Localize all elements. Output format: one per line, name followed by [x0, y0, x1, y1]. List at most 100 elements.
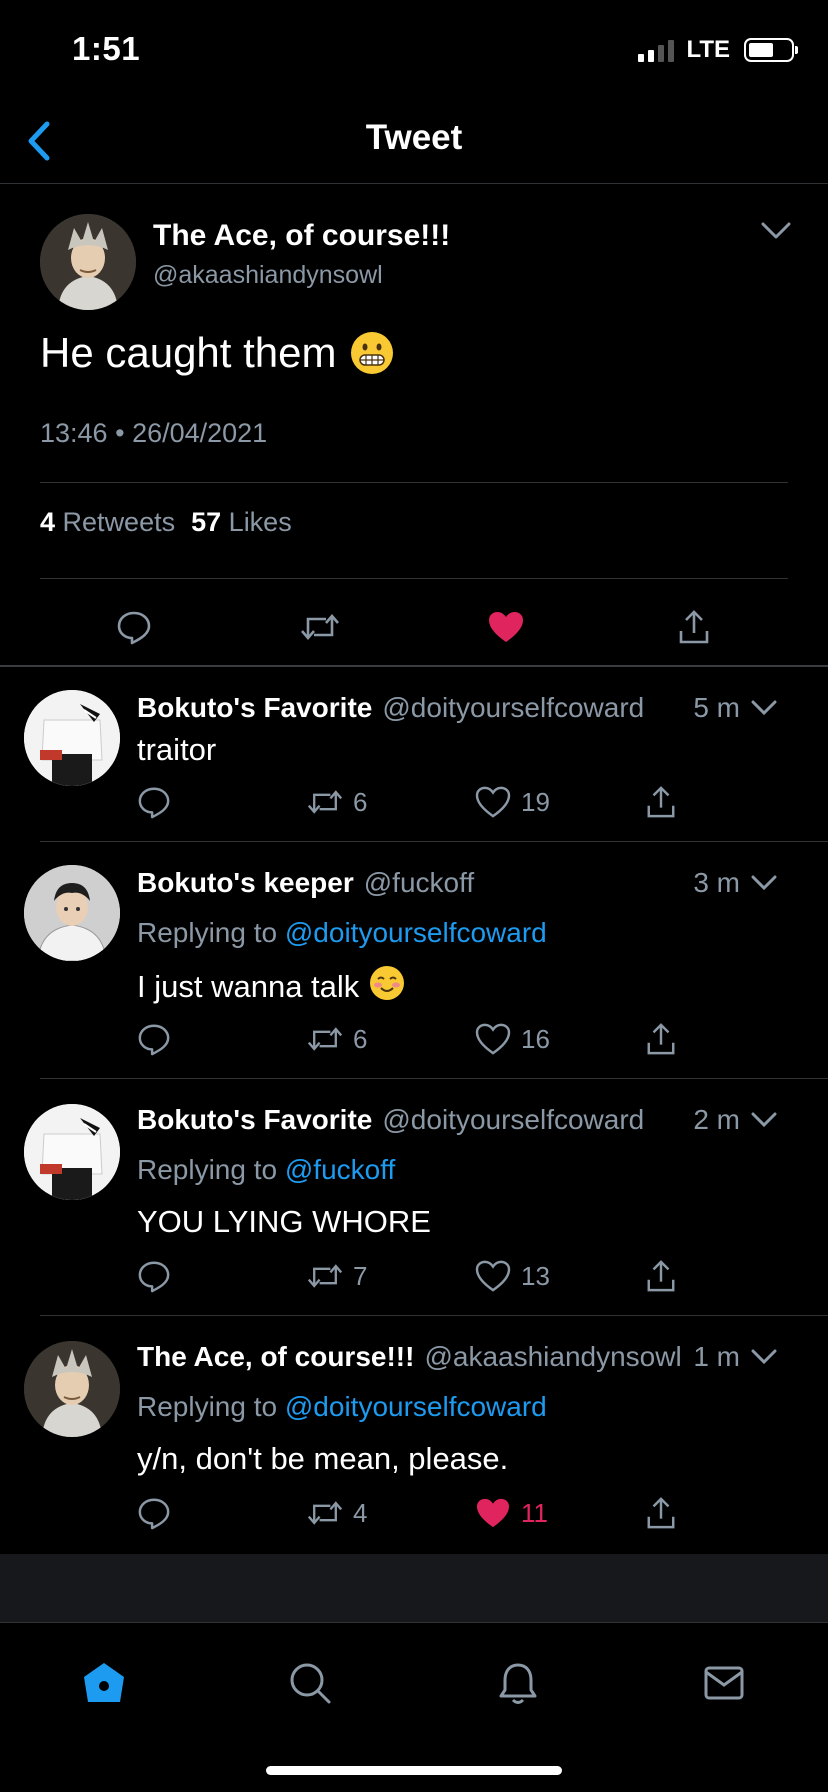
chevron-down-icon — [761, 222, 791, 239]
avatar[interactable] — [40, 214, 136, 310]
avatar[interactable] — [24, 1104, 120, 1200]
reply-icon — [138, 787, 170, 819]
main-tweet: The Ace, of course!!! @akaashiandynsowl … — [0, 185, 828, 667]
replying-label: Replying to — [137, 1154, 278, 1185]
reply-time: 2 m — [693, 1104, 740, 1135]
share-button[interactable] — [645, 780, 677, 824]
tab-home[interactable] — [74, 1653, 134, 1713]
reply-header: Bokuto's Favorite @doityourselfcoward 2 … — [137, 1104, 804, 1136]
retweet-count: 7 — [353, 1260, 368, 1291]
more-options-button[interactable] — [748, 871, 780, 895]
reply-header: Bokuto's Favorite @doityourselfcoward 5 … — [137, 692, 804, 724]
signal-icon — [638, 38, 675, 62]
feed-end-band — [0, 1554, 828, 1622]
heart-filled-icon — [477, 1498, 509, 1528]
reply-header: The Ace, of course!!! @akaashiandynsowl … — [137, 1341, 804, 1373]
tweet-stats: 4 Retweets 57 Likes — [40, 507, 294, 538]
retweet-icon — [307, 1027, 343, 1051]
reply-icon — [138, 1498, 170, 1530]
author-handle[interactable]: @doityourselfcoward — [382, 1104, 644, 1136]
reply-button[interactable] — [104, 597, 164, 657]
mail-icon — [704, 1666, 744, 1700]
reply-tweet[interactable]: Bokuto's keeper @fuckoff 3 m Replying to… — [0, 843, 828, 1079]
author-handle[interactable]: @fuckoff — [364, 867, 474, 899]
like-button[interactable]: 13 — [475, 1254, 550, 1298]
share-button[interactable] — [664, 597, 724, 657]
heart-icon — [475, 1023, 511, 1055]
like-button[interactable]: 11 — [475, 1491, 548, 1535]
share-icon — [647, 1023, 675, 1055]
grimacing-face-icon — [350, 332, 393, 374]
tab-messages[interactable] — [694, 1653, 754, 1713]
replying-to: Replying to @doityourselfcoward — [137, 1391, 547, 1423]
more-options-button[interactable] — [748, 1108, 780, 1132]
reply-tweet[interactable]: Bokuto's Favorite @doityourselfcoward 2 … — [0, 1080, 828, 1316]
author-name[interactable]: Bokuto's keeper — [137, 867, 354, 899]
avatar[interactable] — [24, 865, 120, 961]
nav-header: Tweet — [0, 100, 828, 184]
avatar[interactable] — [24, 690, 120, 786]
replying-label: Replying to — [137, 917, 278, 948]
replying-to-link[interactable]: @doityourselfcoward — [285, 917, 547, 948]
reply-tweet[interactable]: The Ace, of course!!! @akaashiandynsowl … — [0, 1317, 828, 1553]
retweet-icon — [307, 790, 343, 814]
likes-stat[interactable]: 57 Likes — [191, 507, 294, 538]
more-options-button[interactable] — [756, 215, 796, 247]
reply-button[interactable] — [137, 1254, 171, 1298]
reply-button[interactable] — [137, 780, 171, 824]
share-icon — [647, 1497, 675, 1529]
replying-to: Replying to @doityourselfcoward — [137, 917, 547, 949]
retweet-button[interactable]: 6 — [307, 1017, 367, 1061]
author-handle[interactable]: @doityourselfcoward — [382, 692, 644, 724]
divider — [40, 1315, 828, 1316]
like-count: 11 — [521, 1497, 548, 1528]
bell-icon — [499, 1663, 537, 1704]
home-icon — [84, 1663, 124, 1702]
like-count: 19 — [521, 786, 550, 817]
reply-time: 1 m — [693, 1341, 740, 1372]
retweets-stat[interactable]: 4 Retweets — [40, 507, 177, 538]
retweet-count: 6 — [353, 1023, 368, 1054]
author-handle[interactable]: @akaashiandynsowl — [424, 1341, 681, 1373]
share-icon — [647, 1260, 675, 1292]
home-indicator[interactable] — [266, 1766, 562, 1775]
author-handle[interactable]: @akaashiandynsowl — [153, 261, 383, 290]
like-button[interactable]: 16 — [475, 1017, 550, 1061]
reply-tweet[interactable]: Bokuto's Favorite @doityourselfcoward 5 … — [0, 668, 828, 842]
share-button[interactable] — [645, 1491, 677, 1535]
reply-button[interactable] — [137, 1491, 171, 1535]
tab-search[interactable] — [280, 1653, 340, 1713]
reply-text: I just wanna talk — [137, 965, 405, 1009]
reply-header: Bokuto's keeper @fuckoff 3 m — [137, 867, 804, 899]
chevron-down-icon — [751, 1112, 777, 1128]
tweet-time: 13:46 — [40, 418, 108, 448]
retweet-button[interactable] — [290, 597, 350, 657]
author-name[interactable]: Bokuto's Favorite — [137, 1104, 372, 1136]
retweet-button[interactable]: 6 — [307, 780, 367, 824]
meta-separator: • — [115, 418, 125, 448]
replying-label: Replying to — [137, 1391, 278, 1422]
more-options-button[interactable] — [748, 696, 780, 720]
chevron-down-icon — [751, 875, 777, 891]
retweet-button[interactable]: 7 — [307, 1254, 367, 1298]
retweet-button[interactable]: 4 — [307, 1491, 367, 1535]
reply-icon — [138, 1261, 170, 1293]
page-title: Tweet — [365, 118, 463, 157]
tweet-date: 26/04/2021 — [132, 418, 268, 448]
author-name[interactable]: The Ace, of course!!! — [153, 219, 450, 253]
share-button[interactable] — [645, 1254, 677, 1298]
reply-button[interactable] — [137, 1017, 171, 1061]
like-button[interactable]: 19 — [475, 780, 550, 824]
heart-filled-icon — [489, 612, 523, 642]
like-count: 13 — [521, 1260, 550, 1291]
tab-notifications[interactable] — [488, 1653, 548, 1713]
like-button[interactable] — [476, 597, 536, 657]
replying-to-link[interactable]: @fuckoff — [285, 1154, 395, 1185]
author-name[interactable]: Bokuto's Favorite — [137, 692, 372, 724]
avatar[interactable] — [24, 1341, 120, 1437]
more-options-button[interactable] — [748, 1345, 780, 1369]
share-button[interactable] — [645, 1017, 677, 1061]
replying-to-link[interactable]: @doityourselfcoward — [285, 1391, 547, 1422]
status-indicators: LTE — [638, 36, 798, 64]
author-name[interactable]: The Ace, of course!!! — [137, 1341, 414, 1373]
